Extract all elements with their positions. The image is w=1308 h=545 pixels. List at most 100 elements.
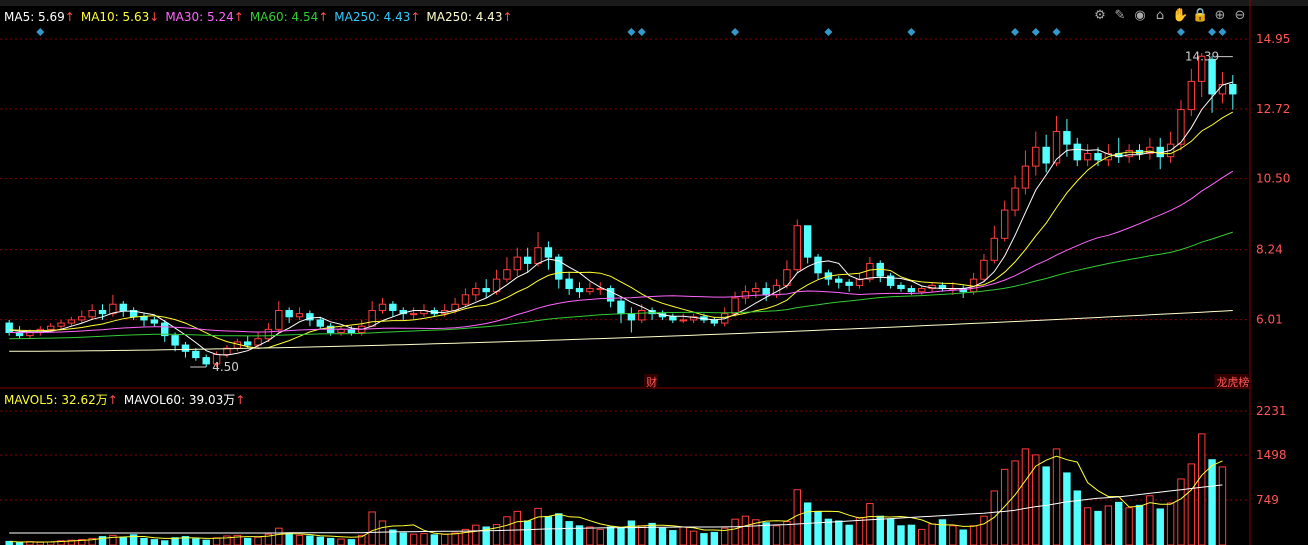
candle-body [866,262,874,280]
candle-body [627,313,636,321]
candle-body [918,288,926,293]
candle-body [544,247,553,258]
volume-bar [918,528,926,545]
signal-marker [637,28,646,36]
candle-body [88,310,96,318]
stock-chart: 14.95 12.72 10.50 8.24 6.01 14.39 4.50 财 龙虎榜 2231… [0,0,1290,545]
candle-body [1032,146,1040,167]
volume-bar [161,540,169,545]
volume-bar [565,521,573,545]
candle-body [762,288,770,296]
volume-bar [1177,478,1185,545]
volume-bar [399,532,407,545]
volume-bar [1104,505,1113,545]
candle-body [845,281,853,286]
volume-bar [1021,448,1030,545]
volume-bar [440,533,449,545]
signal-marker [731,28,740,36]
volume-bar [835,520,843,545]
volume-bar [949,525,957,545]
price-tick-label: 6.01 [1256,313,1283,327]
volume-bar [658,527,667,545]
candle-body [523,256,532,264]
candle-body [140,316,148,321]
signal-marker [907,28,916,36]
volume-bar [523,520,532,545]
candle-body [638,310,646,321]
candle-body [347,328,356,333]
volume-bar [772,525,781,545]
volume-bar [627,520,636,545]
candle-body [1021,165,1030,189]
volume-bar [1011,460,1019,545]
candle-body [1042,146,1050,164]
candle-body [503,269,511,280]
volume-bar [710,531,719,545]
volume-bar [886,518,895,545]
volume-bar [1197,433,1206,545]
candle-body [803,225,812,258]
candle-body [264,328,273,340]
candle-body [907,288,916,293]
volume-bar [596,528,604,545]
signal-marker [1011,28,1020,36]
volume-bar [1125,507,1133,545]
volume-bar [420,533,428,545]
candle-body [814,256,822,274]
volume-bar [700,533,708,545]
candle-body [1073,143,1081,161]
price-tick-label: 12.72 [1256,102,1290,116]
volume-bar [679,526,687,545]
candle-body [98,310,107,315]
volume-bar [368,511,376,545]
signal-marker [1052,28,1061,36]
candle-body [1063,131,1071,145]
volume-bar [243,537,252,545]
signal-marker [627,28,636,36]
candle-body [752,288,760,293]
volume-bar [855,516,864,545]
candle-body [1052,131,1061,164]
candle-body [119,303,127,312]
volume-bar [1208,459,1216,545]
price-annotation: 4.50 [212,360,239,374]
volume-bar [326,537,335,545]
volume-bar [202,539,210,545]
volume-bar [1135,504,1144,545]
volume-bar [638,525,646,545]
candle-body [980,259,988,280]
candle-body [990,237,999,261]
volume-bar [513,510,522,545]
volume-bar [990,490,999,545]
volume-bar [150,539,159,545]
volume-bar [1115,501,1123,545]
volume-bar [959,529,967,545]
candle-body [586,288,594,293]
volume-bar [337,538,345,545]
candle-body [835,278,843,283]
candle-body [1000,209,1009,239]
volume-bar [212,537,221,545]
candle-body [482,288,490,293]
candle-body [161,322,169,337]
volume-bar [1187,463,1196,545]
volume-bar [1073,490,1081,545]
candle-body [565,278,573,290]
volume-bar [544,516,553,545]
volume-bar [1083,507,1092,545]
event-tag: 财 [646,375,657,389]
signal-marker [824,28,833,36]
volume-bar [907,524,916,545]
candle-body [1229,84,1237,95]
volume-bar [192,538,200,545]
volume-bar [928,523,936,545]
volume-bar [119,536,127,545]
volume-tick-label: 1498 [1256,448,1287,462]
volume-bar [845,524,853,545]
volume-bar [669,530,677,545]
candle-body [46,325,55,330]
volume-bar [430,534,439,545]
volume-bar [1166,502,1175,545]
candle-body [731,297,739,315]
volume-bar [1094,510,1102,545]
